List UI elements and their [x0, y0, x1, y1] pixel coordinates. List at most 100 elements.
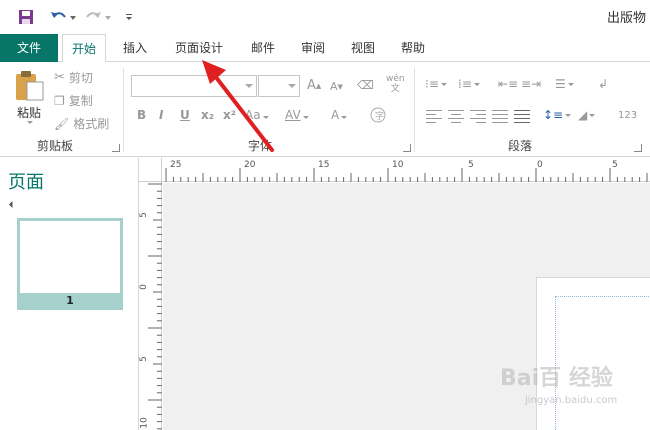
- ruler-corner: [139, 158, 162, 182]
- align-left-button[interactable]: [426, 110, 442, 124]
- cut-button[interactable]: ✂ 剪切: [54, 69, 93, 86]
- subscript-button[interactable]: x₂: [201, 108, 214, 122]
- chevron-down-icon: [302, 116, 309, 119]
- font-name-dropdown[interactable]: [131, 75, 257, 97]
- tab-page-design[interactable]: 页面设计: [166, 34, 232, 62]
- ribbon-tabs: 文件 开始 插入 页面设计 邮件 审阅 视图 帮助: [0, 34, 650, 63]
- superscript-button[interactable]: x²: [223, 108, 236, 122]
- phonetic-guide-button[interactable]: wén 文: [386, 74, 405, 94]
- spacing-icon: AV: [285, 108, 301, 122]
- character-spacing-button[interactable]: AV: [285, 108, 309, 122]
- paste-button[interactable]: 粘贴: [12, 68, 46, 124]
- increase-indent-button[interactable]: ≡⇥: [521, 77, 541, 91]
- columns-button[interactable]: ☰: [555, 77, 574, 91]
- page-thumbnail-number: 1: [66, 294, 74, 307]
- chevron-down-icon: [341, 116, 348, 119]
- grow-font-button[interactable]: A ▲: [307, 78, 321, 93]
- tab-home[interactable]: 开始: [62, 34, 106, 63]
- change-case-button[interactable]: Aa: [245, 108, 269, 122]
- bullets-icon: ⁝≡: [425, 77, 439, 91]
- h-ruler-label: 5: [612, 160, 618, 170]
- justify-button[interactable]: [492, 110, 508, 124]
- distribute-button[interactable]: [514, 110, 530, 124]
- v-ruler-label: 5: [138, 212, 149, 218]
- line-spacing-icon: ↕≡: [543, 108, 564, 122]
- number-style-button[interactable]: 123: [618, 110, 637, 121]
- shading-button[interactable]: ◢: [578, 108, 596, 122]
- numbering-button[interactable]: ⁞≡: [458, 77, 480, 91]
- paste-label: 粘贴: [16, 106, 41, 120]
- page-thumbnail[interactable]: 1: [17, 218, 123, 310]
- document-title: 出版物: [606, 11, 646, 26]
- paragraph-launcher-icon[interactable]: [634, 144, 642, 152]
- horizontal-ruler[interactable]: 25 20 15 10 5 0 5: [162, 158, 650, 182]
- font-color-button[interactable]: A: [331, 108, 348, 122]
- svg-text:字: 字: [375, 110, 384, 122]
- tab-view[interactable]: 视图: [340, 34, 386, 62]
- v-ruler-label: 0: [138, 284, 149, 290]
- tab-file[interactable]: 文件: [0, 34, 58, 62]
- copy-label: 复制: [68, 94, 93, 108]
- font-size-dropdown[interactable]: [258, 75, 300, 97]
- shrink-font-button[interactable]: A ▼: [330, 80, 343, 93]
- italic-button[interactable]: I: [159, 108, 163, 122]
- redo-button[interactable]: [86, 6, 112, 28]
- copy-button[interactable]: ❐ 复制: [54, 92, 93, 109]
- shading-icon: ◢: [578, 108, 588, 122]
- case-icon: Aa: [245, 108, 261, 122]
- collapse-triangle-icon[interactable]: [8, 200, 17, 209]
- chevron-down-icon: [473, 82, 480, 86]
- tab-review[interactable]: 审阅: [290, 34, 336, 62]
- phonetic-char: 文: [390, 84, 400, 94]
- phonetic-guide-icon: wén: [386, 74, 405, 84]
- chevron-down-icon: [288, 84, 296, 88]
- watermark-url: jingyan.baidu.com: [525, 395, 618, 406]
- line-spacing-button[interactable]: ↕≡: [543, 108, 572, 122]
- bold-button[interactable]: B: [137, 108, 146, 122]
- cut-label: 剪切: [68, 71, 93, 85]
- symbol-button[interactable]: 字: [370, 107, 386, 126]
- h-ruler-label: 20: [244, 160, 256, 170]
- pages-pane-title: 页面: [8, 172, 44, 193]
- vertical-ruler-ticks: [148, 183, 162, 430]
- clipboard-group-label: 剪贴板: [36, 139, 73, 153]
- publication-canvas[interactable]: [163, 183, 650, 430]
- underline-button[interactable]: U: [180, 108, 190, 122]
- eraser-icon: ⌫: [357, 78, 374, 92]
- numbering-icon: ⁞≡: [458, 77, 472, 91]
- ribbon: 粘贴 ✂ 剪切 ❐ 复制 🖌 格式刷 剪贴板 A ▲ A ▼ ⌫ wén 文 B I …: [0, 62, 650, 157]
- paragraph-group-label: 段落: [507, 139, 532, 153]
- increase-indent-icon: ≡⇥: [521, 77, 542, 91]
- bullets-button[interactable]: ⁝≡: [425, 77, 447, 91]
- align-right-button[interactable]: [470, 110, 486, 124]
- tab-insert[interactable]: 插入: [112, 34, 158, 62]
- tab-mailings[interactable]: 邮件: [240, 34, 286, 62]
- customize-qat-button[interactable]: [124, 6, 134, 28]
- font-group-label: 字体: [247, 139, 272, 153]
- clipboard-launcher-icon[interactable]: [112, 144, 120, 152]
- text-direction-button[interactable]: ↲: [598, 77, 608, 91]
- format-painter-label: 格式刷: [73, 117, 110, 131]
- undo-button[interactable]: [50, 6, 76, 28]
- publication-page[interactable]: [536, 277, 650, 430]
- h-ruler-label: 25: [170, 160, 182, 170]
- clear-format-button[interactable]: ⌫: [357, 78, 374, 92]
- chevron-down-icon: [567, 82, 574, 86]
- font-launcher-icon[interactable]: [403, 144, 411, 152]
- tab-help[interactable]: 帮助: [390, 34, 436, 62]
- align-center-button[interactable]: [448, 110, 464, 124]
- save-icon: [19, 10, 33, 24]
- chevron-down-icon: [262, 116, 269, 119]
- grow-font-icon: A: [307, 78, 316, 93]
- vertical-ruler[interactable]: 5 0 5 10: [139, 182, 162, 430]
- undo-icon: [51, 12, 76, 20]
- decrease-indent-button[interactable]: ⇤≡: [498, 77, 518, 91]
- customize-icon: [126, 14, 132, 20]
- group-separator: [123, 68, 124, 152]
- paste-dropdown-icon: [27, 121, 33, 124]
- page-thumbnail-preview: [20, 221, 120, 293]
- brush-icon: 🖌: [54, 116, 70, 131]
- save-button[interactable]: [18, 6, 34, 28]
- format-painter-button[interactable]: 🖌 格式刷: [54, 115, 109, 132]
- font-color-icon: A: [331, 108, 340, 122]
